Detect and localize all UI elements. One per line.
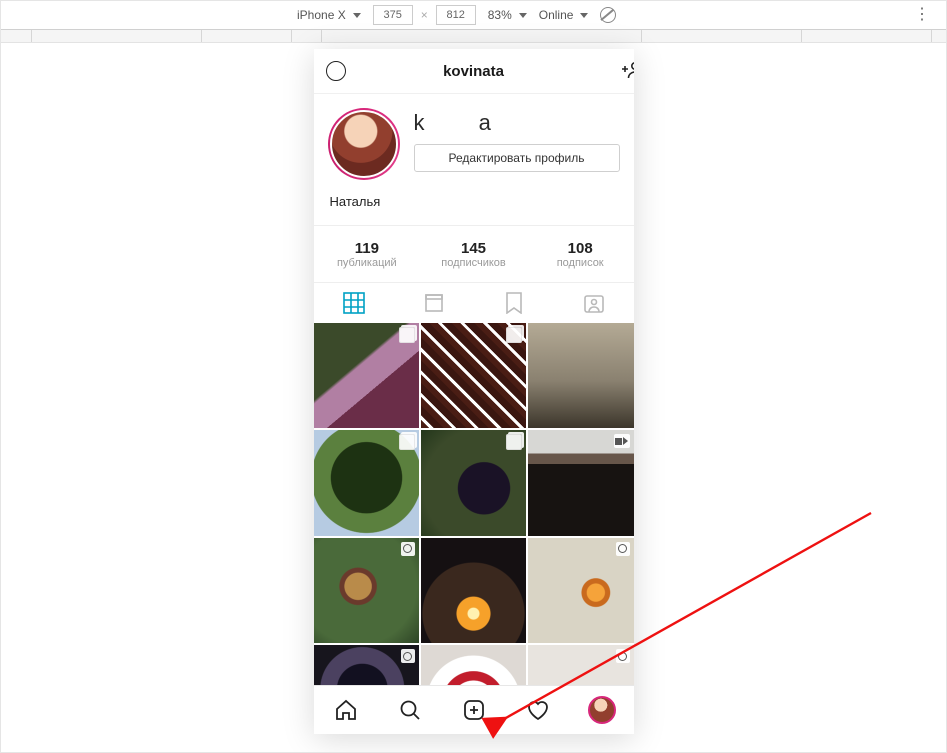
stat-posts[interactable]: 119 публикаций: [314, 226, 421, 282]
tab-feed[interactable]: [394, 293, 474, 313]
viewport-width-input[interactable]: 375: [373, 5, 413, 25]
grid-icon: [343, 292, 365, 314]
tab-grid[interactable]: [314, 292, 394, 314]
plus-square-icon: [462, 698, 486, 722]
post-thumbnail[interactable]: [421, 323, 526, 428]
tab-saved[interactable]: [474, 292, 554, 314]
viewport-height-input[interactable]: 812: [436, 5, 476, 25]
view-tabs: [314, 283, 634, 323]
nav-search[interactable]: [387, 690, 433, 730]
post-thumbnail[interactable]: [528, 645, 633, 685]
avatar: [330, 110, 398, 178]
stat-followers-count: 145: [420, 240, 527, 257]
stat-posts-label: публикаций: [314, 257, 421, 269]
post-thumbnail[interactable]: [314, 430, 419, 535]
camera-icon: [401, 542, 415, 556]
post-thumbnail[interactable]: [528, 538, 633, 643]
device-label: iPhone X: [297, 8, 346, 22]
zoom-label: 83%: [488, 8, 512, 22]
posts-grid: [314, 323, 634, 685]
nav-home[interactable]: [323, 690, 369, 730]
ruler: [1, 30, 946, 43]
profile-handle: k a: [414, 110, 620, 136]
post-thumbnail[interactable]: [314, 323, 419, 428]
display-name: Наталья: [314, 180, 634, 225]
carousel-icon: [399, 327, 415, 343]
stat-posts-count: 119: [314, 240, 421, 257]
rotate-button[interactable]: [594, 7, 622, 23]
stats-row: 119 публикаций 145 подписчиков 108 подпи…: [314, 225, 634, 283]
more-options-button[interactable]: ⋮: [914, 7, 930, 23]
post-thumbnail[interactable]: [314, 538, 419, 643]
avatar-icon: [588, 696, 616, 724]
gear-icon: [326, 61, 346, 81]
stat-following[interactable]: 108 подписок: [527, 226, 634, 282]
nav-activity[interactable]: [515, 690, 561, 730]
devtools-window: iPhone X 375 × 812 83% Online ⋮ kovinata: [0, 0, 947, 753]
bookmark-icon: [505, 292, 523, 314]
dropdown-icon: [580, 13, 588, 18]
header-username: kovinata: [443, 63, 504, 80]
zoom-selector[interactable]: 83%: [482, 8, 533, 22]
device-selector[interactable]: iPhone X: [291, 8, 367, 22]
tagged-icon: [583, 292, 605, 314]
home-icon: [334, 698, 358, 722]
edit-profile-button[interactable]: Редактировать профиль: [414, 144, 620, 172]
times-icon: ×: [417, 8, 432, 22]
camera-icon: [616, 542, 630, 556]
network-selector[interactable]: Online: [533, 8, 595, 22]
rotate-icon: [600, 7, 616, 23]
post-thumbnail[interactable]: [528, 323, 633, 428]
camera-icon: [616, 649, 630, 663]
settings-button[interactable]: [326, 61, 346, 81]
stat-followers-label: подписчиков: [420, 257, 527, 269]
stage: kovinata k a Редактировать профиль: [1, 43, 946, 753]
post-thumbnail[interactable]: [314, 645, 419, 685]
stat-following-label: подписок: [527, 257, 634, 269]
profile-header: kovinata: [314, 49, 634, 94]
heart-icon: [525, 698, 551, 722]
nav-profile[interactable]: [579, 690, 625, 730]
story-ring[interactable]: [328, 108, 400, 180]
video-icon: [614, 434, 630, 448]
post-thumbnail[interactable]: [528, 430, 633, 535]
devtools-toolbar: iPhone X 375 × 812 83% Online ⋮: [1, 1, 946, 30]
nav-new-post[interactable]: [451, 690, 497, 730]
bottom-nav: [314, 685, 634, 734]
search-icon: [398, 698, 422, 722]
dropdown-icon: [353, 13, 361, 18]
camera-icon: [401, 649, 415, 663]
tab-tagged[interactable]: [554, 292, 634, 314]
post-thumbnail[interactable]: [421, 430, 526, 535]
stat-following-count: 108: [527, 240, 634, 257]
profile-info-row: k a Редактировать профиль: [314, 94, 634, 180]
carousel-icon: [506, 327, 522, 343]
stat-followers[interactable]: 145 подписчиков: [420, 226, 527, 282]
carousel-icon: [506, 434, 522, 450]
phone-viewport: kovinata k a Редактировать профиль: [314, 49, 634, 734]
carousel-icon: [399, 434, 415, 450]
post-thumbnail[interactable]: [421, 538, 526, 643]
post-thumbnail[interactable]: [421, 645, 526, 685]
dropdown-icon: [519, 13, 527, 18]
feed-icon: [424, 293, 444, 313]
network-label: Online: [539, 8, 574, 22]
